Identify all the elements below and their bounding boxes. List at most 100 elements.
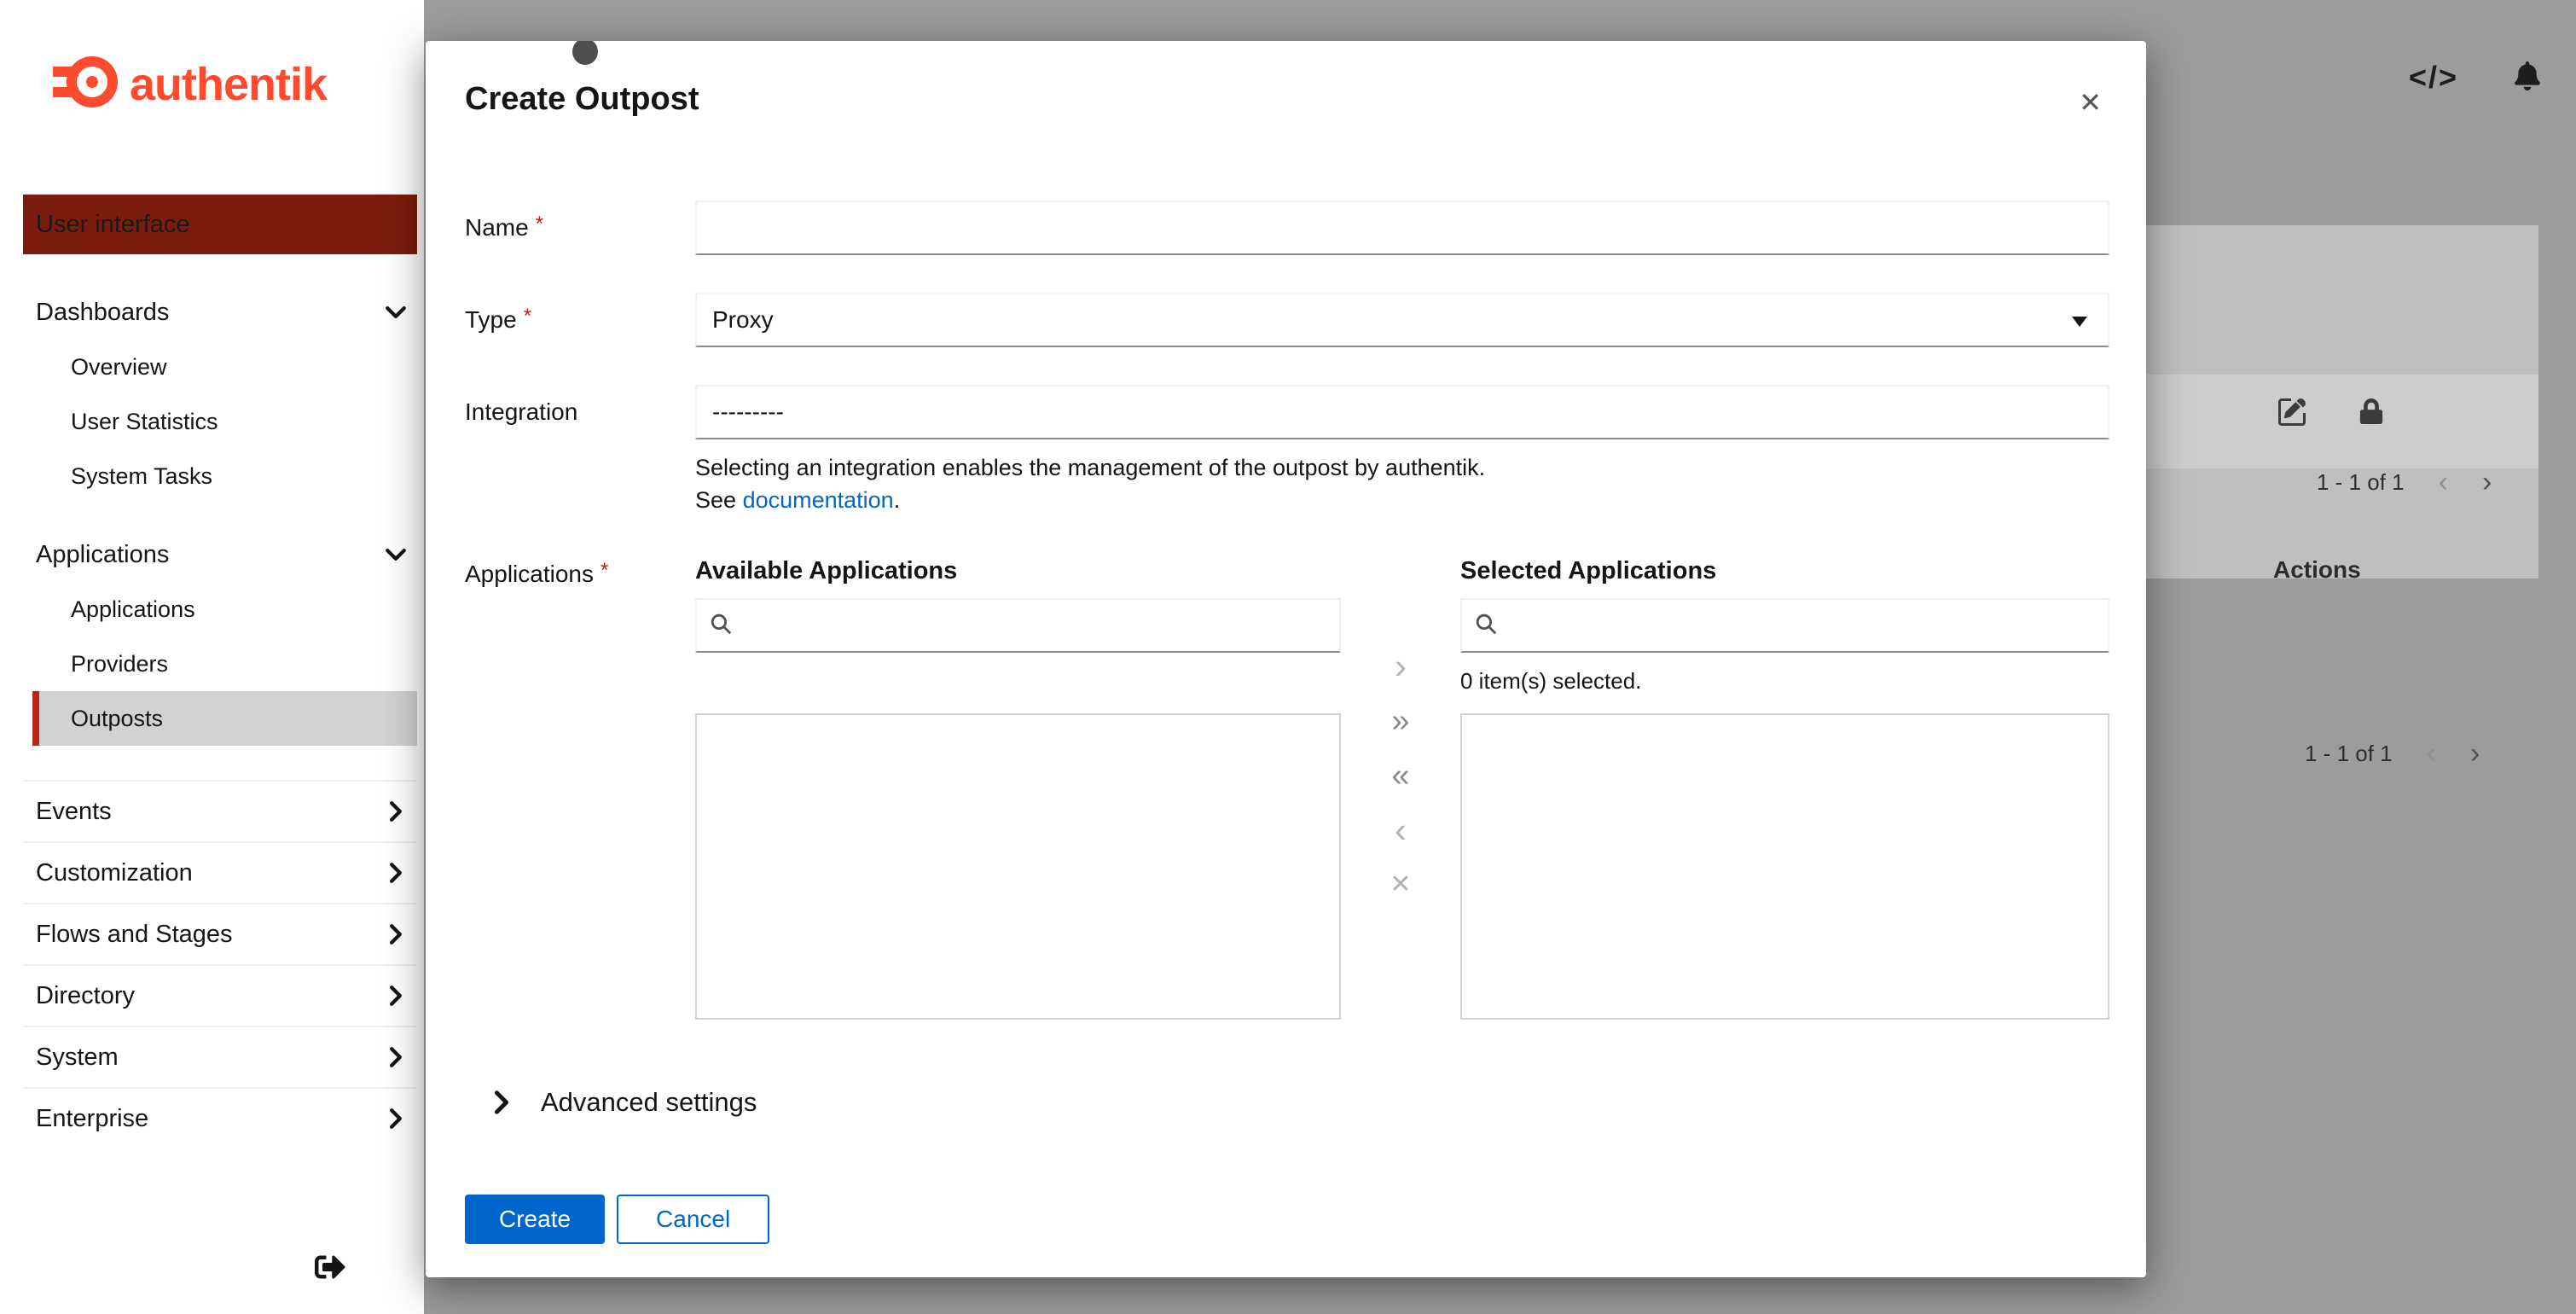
selected-search-input[interactable] [1460, 598, 2109, 653]
name-label: Name [465, 214, 529, 241]
pagination-next-icon[interactable]: › [2470, 739, 2480, 768]
logo: authentik [53, 48, 328, 120]
sidebar-item-user-interface[interactable]: User interface [23, 195, 417, 254]
actions-column-header: Actions [2273, 556, 2361, 583]
help-see-text: See [695, 487, 737, 513]
clear-selection-button[interactable]: ✕ [1390, 869, 1411, 900]
sign-out-icon [315, 1254, 345, 1285]
bell-icon[interactable] [2513, 61, 2542, 95]
sidebar-item-label: System [36, 1043, 119, 1071]
pagination-prev-icon[interactable]: ‹ [2427, 739, 2436, 768]
available-applications-title: Available Applications [695, 557, 958, 584]
integration-help-line2: See documentation. [695, 484, 2109, 516]
close-icon: ✕ [2079, 87, 2102, 118]
move-all-left-button[interactable]: « [1391, 759, 1409, 792]
help-period: . [893, 487, 901, 513]
cancel-button[interactable]: Cancel [617, 1195, 770, 1244]
sidebar-item-label: User Statistics [71, 408, 218, 434]
type-select-value: Proxy [712, 306, 774, 333]
selected-applications-pane: Selected Applications 0 item(s) selected… [1460, 555, 2109, 1020]
logout-button[interactable] [313, 1251, 347, 1285]
sidebar-sections: Events Customization Flows and Stages Di… [0, 780, 424, 1148]
caret-down-icon [2072, 317, 2087, 327]
create-button[interactable]: Create [465, 1195, 606, 1244]
integration-help-text: Selecting an integration enables the man… [695, 451, 2109, 516]
sidebar-item-flows-and-stages[interactable]: Flows and Stages [23, 903, 417, 964]
sidebar-item-label: Flows and Stages [36, 920, 233, 948]
sidebar-item-dashboards[interactable]: Dashboards [23, 285, 417, 340]
transfer-controls: › » « ‹ ✕ [1341, 555, 1460, 1020]
required-asterisk: * [523, 305, 532, 328]
name-input[interactable] [695, 201, 2109, 255]
sidebar-item-label: Applications [36, 540, 170, 568]
create-outpost-modal: Create Outpost ✕ Name * Type * Proxy Int… [426, 41, 2146, 1277]
type-select[interactable]: Proxy [695, 293, 2109, 347]
sidebar-item-customization[interactable]: Customization [23, 841, 417, 903]
selected-applications-title: Selected Applications [1460, 557, 1717, 584]
available-applications-list[interactable] [695, 713, 1341, 1020]
available-search-input[interactable] [695, 598, 1341, 653]
pagination-bottom: 1 - 1 of 1 ‹ › [2305, 739, 2480, 768]
sidebar-item-label: Overview [71, 353, 167, 380]
integration-label: Integration [465, 398, 578, 425]
sidebar-item-label: Events [36, 797, 112, 825]
app-header-icons: </> [2409, 60, 2542, 96]
sidebar-item-user-statistics[interactable]: User Statistics [0, 394, 424, 449]
dual-list-selector: Available Applications › » « ‹ ✕ Selecte… [695, 555, 2109, 1020]
chevron-right-icon [388, 862, 403, 884]
sidebar-item-enterprise[interactable]: Enterprise [23, 1087, 417, 1148]
sidebar-item-outposts[interactable]: Outposts [32, 691, 417, 746]
api-code-icon[interactable]: </> [2409, 60, 2458, 96]
search-icon [1474, 612, 1498, 640]
logo-text: authentik [130, 58, 328, 110]
sidebar-item-label: Providers [71, 650, 169, 677]
integration-help-line1: Selecting an integration enables the man… [695, 455, 1486, 480]
sidebar-item-label: System Tasks [71, 462, 213, 489]
chevron-right-icon [388, 923, 403, 945]
sidebar-item-applications-sub[interactable]: Applications [0, 582, 424, 637]
chevron-right-icon [493, 1090, 510, 1115]
documentation-link[interactable]: documentation [743, 487, 894, 513]
chevron-right-icon [388, 800, 403, 823]
pagination-top-label: 1 - 1 of 1 [2317, 468, 2405, 495]
move-selected-left-button[interactable]: ‹ [1395, 812, 1407, 848]
chevron-right-icon [388, 985, 403, 1007]
background-table-card: 1 - 1 of 1 ‹ › Actions 1 - 1 of 1 ‹ › [2115, 225, 2538, 768]
integration-select-value: --------- [712, 398, 784, 425]
chevron-down-icon [386, 301, 406, 323]
selected-count: 0 item(s) selected. [1460, 668, 1642, 694]
applications-field-row: Applications * Available Applications › … [465, 555, 2109, 1020]
move-all-right-button[interactable]: » [1391, 705, 1409, 737]
type-field-row: Type * Proxy [465, 293, 2109, 347]
type-label: Type [465, 306, 517, 333]
sidebar-item-label: Enterprise [36, 1104, 149, 1132]
integration-select[interactable]: --------- [695, 385, 2109, 439]
selected-applications-list[interactable] [1460, 713, 2109, 1020]
sidebar-item-applications[interactable]: Applications [23, 527, 417, 582]
sidebar-item-providers[interactable]: Providers [0, 637, 424, 691]
advanced-settings-label: Advanced settings [541, 1087, 757, 1117]
sidebar-item-system[interactable]: System [23, 1026, 417, 1087]
create-outpost-form: Name * Type * Proxy Integration --------… [465, 201, 2109, 1244]
sidebar-item-system-tasks[interactable]: System Tasks [0, 449, 424, 503]
sidebar-item-events[interactable]: Events [23, 780, 417, 841]
lock-icon[interactable] [2358, 398, 2384, 430]
sidebar: authentik User interface Dashboards Over… [0, 0, 424, 1314]
edit-icon[interactable] [2278, 398, 2306, 430]
move-selected-right-button[interactable]: › [1395, 648, 1407, 684]
sidebar-item-overview[interactable]: Overview [0, 340, 424, 394]
integration-field-row: Integration --------- Selecting an integ… [465, 385, 2109, 516]
search-icon [709, 612, 733, 640]
sidebar-item-directory[interactable]: Directory [23, 964, 417, 1026]
pagination-top: 1 - 1 of 1 ‹ › [2317, 468, 2492, 497]
authentik-logo-icon [53, 48, 118, 120]
sidebar-nav: User interface Dashboards Overview User … [0, 195, 424, 1148]
name-field-row: Name * [465, 201, 2109, 255]
close-button[interactable]: ✕ [2075, 85, 2105, 119]
pagination-prev-icon[interactable]: ‹ [2439, 468, 2448, 497]
advanced-settings-toggle[interactable]: Advanced settings [465, 1086, 2109, 1119]
pagination-next-icon[interactable]: › [2482, 468, 2492, 497]
required-asterisk: * [535, 212, 544, 235]
sidebar-item-label: User interface [36, 210, 190, 238]
pagination-bottom-label: 1 - 1 of 1 [2305, 740, 2393, 766]
